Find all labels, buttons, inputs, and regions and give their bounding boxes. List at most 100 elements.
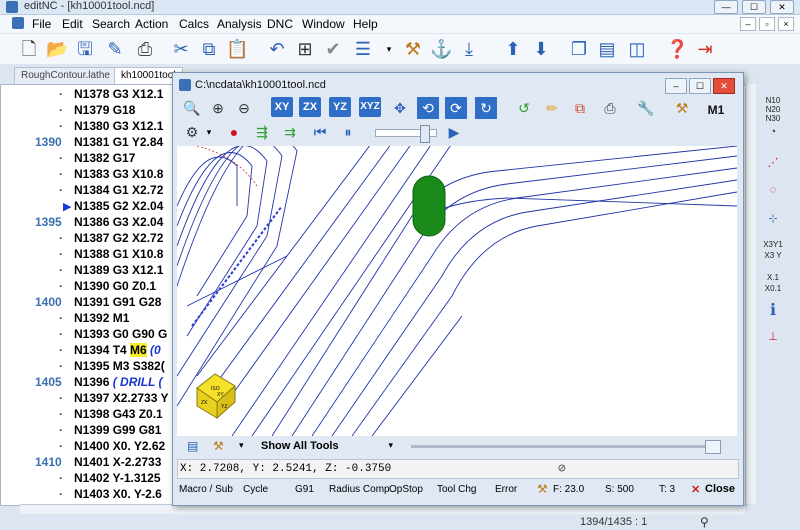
code-line[interactable]: N1401 X-2.2733 <box>74 455 161 471</box>
list-tools-icon[interactable]: ▤ <box>187 439 198 453</box>
arc-icon[interactable]: ◌ <box>761 184 785 204</box>
rotate-y-icon[interactable]: ⟳ <box>445 97 467 119</box>
view-xyz-button[interactable]: XYZ <box>359 97 381 117</box>
speed-slider[interactable] <box>375 125 437 143</box>
code-line[interactable]: N1392 M1 <box>74 311 129 327</box>
upload-icon[interactable]: ⬆ <box>502 38 524 60</box>
view-xy-button[interactable]: XY <box>271 97 293 117</box>
step-icon[interactable]: ⇶ <box>251 121 273 143</box>
copy-icon[interactable]: ⧉ <box>198 38 220 60</box>
speed-slider-thumb[interactable] <box>420 125 430 143</box>
path-icon[interactable]: ⋰ <box>761 156 785 176</box>
backplot-canvas[interactable]: ISO XY ZX YZ <box>177 146 737 436</box>
dropdown-arrow-icon[interactable]: ▾ <box>378 38 400 60</box>
code-line[interactable]: N1403 X0. Y-2.6 <box>74 487 162 503</box>
code-line[interactable]: N1378 G3 X12.1 <box>74 87 163 103</box>
refresh-icon[interactable]: ↺ <box>513 97 535 119</box>
xy-format-button[interactable]: X3Y1 X3 Y <box>761 239 785 260</box>
cut-icon[interactable]: ✂ <box>170 38 192 60</box>
exit-icon[interactable]: ⇥ <box>694 38 716 60</box>
panel-icon[interactable]: ◫ <box>626 38 648 60</box>
download-icon[interactable]: ⬇ <box>530 38 552 60</box>
print-backplot-icon[interactable]: ⎙ <box>599 97 621 119</box>
tab-roughcontour[interactable]: RoughContour.lathe <box>14 67 117 84</box>
next-m1-button[interactable]: M1 <box>701 99 731 121</box>
code-line[interactable]: N1388 G1 X10.8 <box>74 247 163 263</box>
step-over-icon[interactable]: ⇉ <box>279 121 301 143</box>
edit-icon[interactable]: ✎ <box>104 38 126 60</box>
code-line[interactable]: N1395 M3 S382( <box>74 359 165 375</box>
backplot-maximize-button[interactable]: ☐ <box>689 78 711 94</box>
rewind-icon[interactable]: ⏮ <box>309 121 331 143</box>
menu-action[interactable]: Action <box>135 17 168 31</box>
gauge-icon[interactable]: ◔ <box>761 126 785 146</box>
view-yz-button[interactable]: YZ <box>329 97 351 117</box>
zoom-in-icon[interactable]: ⊕ <box>207 97 229 119</box>
pan-icon[interactable]: ✥ <box>389 97 411 119</box>
save-icon[interactable]: 🖫 <box>74 38 96 60</box>
wrench-icon[interactable]: 🔧 <box>635 97 657 119</box>
progress-slider[interactable] <box>411 440 721 454</box>
code-line[interactable]: N1387 G2 X2.72 <box>74 231 163 247</box>
mdi-minimize-button[interactable]: – <box>740 17 756 31</box>
rotate-z-icon[interactable]: ↻ <box>475 97 497 119</box>
copy-image-icon[interactable]: ⧉ <box>569 97 591 119</box>
code-line[interactable]: N1386 G3 X2.04 <box>74 215 163 231</box>
zoom-extents-icon[interactable]: 🔍 <box>181 97 203 119</box>
menu-dnc[interactable]: DNC <box>267 17 293 31</box>
format-icon[interactable]: ☰ <box>352 38 374 60</box>
code-line[interactable]: N1385 G2 X2.04 <box>74 199 163 215</box>
code-line[interactable]: N1399 G99 G81 <box>74 423 161 439</box>
line-numbers-button[interactable]: N10 N20 N30 <box>761 96 785 123</box>
tool-select-icon[interactable]: ⚒ <box>213 439 224 453</box>
paste-icon[interactable]: 📋 <box>226 38 248 60</box>
info-icon[interactable]: ℹ <box>761 300 785 320</box>
menu-edit[interactable]: Edit <box>62 17 83 31</box>
menu-window[interactable]: Window <box>302 17 345 31</box>
mdi-close-button[interactable]: × <box>778 17 794 31</box>
check-icon[interactable]: ✔ <box>322 38 344 60</box>
search-icon[interactable]: ⚲ <box>700 515 709 529</box>
tools-dropdown[interactable]: Show All Tools ▾ <box>257 438 397 455</box>
code-line[interactable]: N1400 X0. Y2.62 <box>74 439 165 455</box>
new-icon[interactable]: 🗋 <box>18 38 40 60</box>
code-line[interactable]: N1393 G0 G90 G <box>74 327 167 343</box>
settings-dropdown-icon[interactable]: ▾ <box>203 121 215 143</box>
help-icon[interactable]: ❓ <box>666 38 688 60</box>
code-line[interactable]: N1402 Y-1.3125 <box>74 471 161 487</box>
view-cube[interactable]: ISO XY ZX YZ <box>196 373 236 420</box>
code-line[interactable]: N1379 G18 <box>74 103 135 119</box>
backplot-minimize-button[interactable]: – <box>665 78 687 94</box>
code-line[interactable]: N1391 G91 G28 <box>74 295 161 311</box>
tool-setup-icon[interactable]: ⚒ <box>671 97 693 119</box>
minimize-button[interactable]: — <box>714 0 738 14</box>
code-line[interactable]: N1384 G1 X2.72 <box>74 183 163 199</box>
drill-icon[interactable]: ⊥ <box>761 330 785 350</box>
close-x-icon[interactable]: ✕ <box>691 483 700 496</box>
settings-icon[interactable]: ⚙ <box>181 121 203 143</box>
maximize-button[interactable]: ☐ <box>742 0 766 14</box>
menu-file[interactable]: File <box>32 17 51 31</box>
zoom-out-icon[interactable]: ⊖ <box>233 97 255 119</box>
pause-icon[interactable]: ⏸ <box>337 121 359 143</box>
code-line[interactable]: N1389 G3 X12.1 <box>74 263 163 279</box>
backplot-close-label[interactable]: Close <box>705 483 735 495</box>
list-icon[interactable]: ▤ <box>596 38 618 60</box>
code-line[interactable]: N1382 G17 <box>74 151 135 167</box>
open-icon[interactable]: 📂 <box>46 38 68 60</box>
close-button[interactable]: ✕ <box>770 0 794 14</box>
code-line[interactable]: N1383 G3 X10.8 <box>74 167 163 183</box>
code-line[interactable]: N1381 G1 Y2.84 <box>74 135 163 151</box>
undo-icon[interactable]: ↶ <box>266 38 288 60</box>
menu-calcs[interactable]: Calcs <box>179 17 209 31</box>
progress-slider-thumb[interactable] <box>705 440 721 454</box>
menu-analysis[interactable]: Analysis <box>217 17 262 31</box>
grid-icon[interactable]: ⊹ <box>761 212 785 232</box>
code-line[interactable]: N1380 G3 X12.1 <box>74 119 163 135</box>
menu-search[interactable]: Search <box>92 17 130 31</box>
find-icon[interactable]: ⊞ <box>294 38 316 60</box>
code-line[interactable]: N1398 G43 Z0.1 <box>74 407 163 423</box>
doc-icon[interactable] <box>12 17 24 29</box>
menu-help[interactable]: Help <box>353 17 378 31</box>
code-line[interactable]: N1390 G0 Z0.1 <box>74 279 156 295</box>
